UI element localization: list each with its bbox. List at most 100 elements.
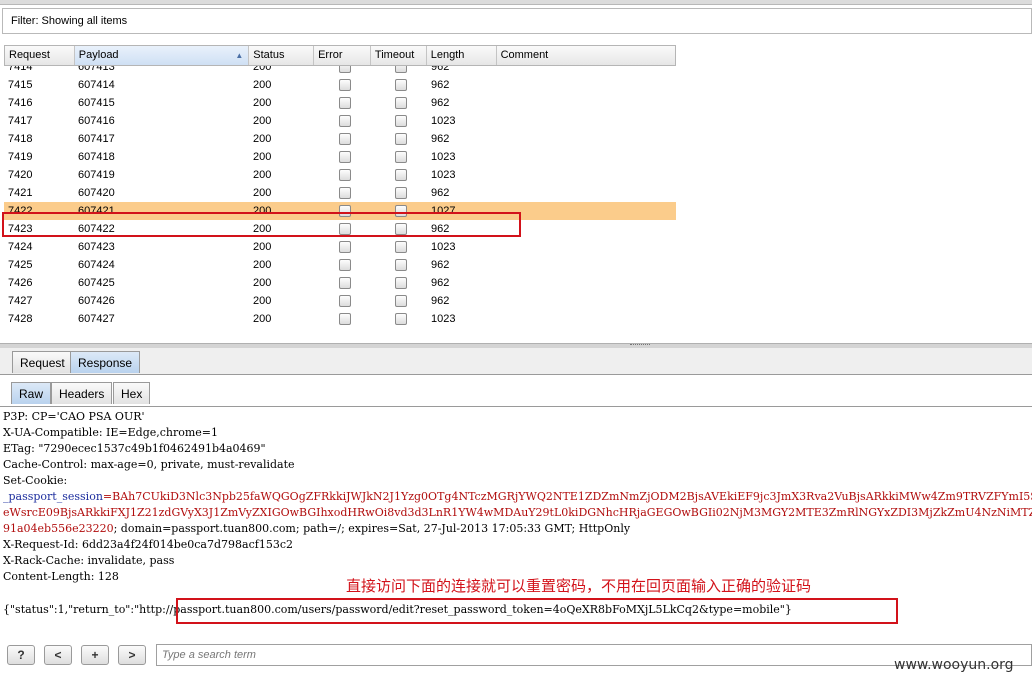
table-row[interactable]: 7428 607427 200 1023 [4,310,676,328]
table-row[interactable]: 7427 607426 200 962 [4,292,676,310]
error-checkbox[interactable] [338,169,351,181]
cell-error [314,94,371,112]
column-header-request[interactable]: Request [5,46,75,65]
table-row[interactable]: 7419 607418 200 1023 [4,148,676,166]
cell-comment [497,292,676,310]
table-row[interactable]: 7416 607415 200 962 [4,94,676,112]
timeout-checkbox[interactable] [395,259,407,271]
timeout-checkbox[interactable] [395,151,407,163]
column-header-timeout[interactable]: Timeout [371,46,427,65]
cell-timeout [371,292,427,310]
header-etag: ETag: "7290ecec1537c49b1f0462491b4a0469" [3,442,266,455]
timeout-checkbox[interactable] [395,187,407,199]
cell-status: 200 [253,277,272,289]
error-checkbox[interactable] [338,115,351,127]
error-checkbox[interactable] [338,259,351,271]
cell-timeout [371,184,427,202]
timeout-checkbox[interactable] [395,133,407,145]
timeout-checkbox[interactable] [395,79,407,91]
table-row[interactable]: 7425 607424 200 962 [4,256,676,274]
timeout-checkbox[interactable] [395,241,407,253]
error-checkbox[interactable] [338,241,351,253]
watermark: www.wooyun.org [894,657,1014,673]
cell-status: 200 [253,133,272,145]
table-row[interactable]: 7426 607425 200 962 [4,274,676,292]
timeout-checkbox[interactable] [395,295,407,307]
error-checkbox[interactable] [338,79,351,91]
cell-length: 962 [431,133,450,145]
error-checkbox[interactable] [338,313,351,325]
timeout-checkbox[interactable] [395,169,407,181]
cell-error [314,130,371,148]
cell-error [314,112,371,130]
previous-button[interactable]: < [44,645,72,665]
timeout-checkbox[interactable] [395,97,407,109]
header-request-id: X-Request-Id: 6dd23a4f24f014be0ca7d798ac… [3,538,293,551]
cell-payload: 607417 [78,133,115,145]
add-button[interactable]: + [81,645,109,665]
help-button[interactable]: ? [7,645,35,665]
cell-length: 1023 [431,169,456,181]
error-checkbox[interactable] [338,133,351,145]
tab-raw[interactable]: Raw [11,382,52,404]
cell-status: 200 [253,79,272,91]
cell-comment [497,220,676,238]
table-row[interactable]: 7424 607423 200 1023 [4,238,676,256]
cell-request: 7419 [8,151,33,163]
cookie-line-3: 91a04eb556e23220; domain=passport.tuan80… [3,521,630,537]
tab-headers[interactable]: Headers [51,382,113,404]
tab-response[interactable]: Response [70,351,141,373]
next-button[interactable]: > [118,645,146,665]
tab-hex[interactable]: Hex [113,382,151,404]
header-cache-control: Cache-Control: max-age=0, private, must-… [3,458,295,471]
cookie-line-1: _passport_session=BAh7CUkiD3Nlc3Npb25faW… [3,489,1032,505]
timeout-checkbox[interactable] [395,115,407,127]
tab-request[interactable]: Request [12,351,73,373]
cell-comment [497,130,676,148]
cell-length: 962 [431,259,450,271]
cell-status: 200 [253,115,272,127]
table-row[interactable]: 7420 607419 200 1023 [4,166,676,184]
filter-bar[interactable]: Filter: Showing all items [2,8,1032,34]
cell-request: 7421 [8,187,33,199]
column-header-payload-label: Payload [78,49,119,61]
cell-request: 7428 [8,313,33,325]
highlight-box-url [176,598,898,624]
table-row[interactable]: 7418 607417 200 962 [4,130,676,148]
cell-timeout [371,256,427,274]
cell-length: 1023 [431,241,456,253]
column-header-length[interactable]: Length [427,46,497,65]
response-raw-view[interactable]: P3P: CP='CAO PSA OUR' X-UA-Compatible: I… [0,409,1032,634]
cell-length: 1023 [431,313,456,325]
table-row[interactable]: 7417 607416 200 1023 [4,112,676,130]
cell-comment [497,148,676,166]
cookie-attributes: ; domain=passport.tuan800.com; path=/; e… [113,522,631,535]
timeout-checkbox[interactable] [395,277,407,289]
cell-payload: 607424 [78,259,115,271]
table-row[interactable]: 7421 607420 200 962 [4,184,676,202]
table-row[interactable]: 7415 607414 200 962 [4,76,676,94]
splitter-grip-icon[interactable] [630,344,650,347]
cell-request: 7415 [8,79,33,91]
cell-timeout [371,94,427,112]
column-header-error[interactable]: Error [314,46,371,65]
filter-text: Filter: Showing all items [11,15,128,27]
column-header-status[interactable]: Status [249,46,315,65]
cell-timeout [371,148,427,166]
column-header-comment[interactable]: Comment [497,46,675,65]
error-checkbox[interactable] [338,277,351,289]
header-content-length: Content-Length: 128 [3,570,119,583]
error-checkbox[interactable] [338,97,351,109]
cell-length: 962 [431,277,450,289]
error-checkbox[interactable] [338,187,351,199]
cookie-value-part-2: eWsrcE09BjsARkkiFXJ1Z21zdGVyX3J1ZmVyZXIG… [3,506,1032,519]
cell-status: 200 [253,259,272,271]
cell-comment [497,256,676,274]
error-checkbox[interactable] [338,295,351,307]
timeout-checkbox[interactable] [395,313,407,325]
cell-length: 962 [431,187,450,199]
cell-error [314,184,371,202]
error-checkbox[interactable] [338,151,351,163]
cookie-value-tail: 91a04eb556e23220 [3,522,114,535]
column-header-payload[interactable]: Payload ▲ [74,46,250,65]
